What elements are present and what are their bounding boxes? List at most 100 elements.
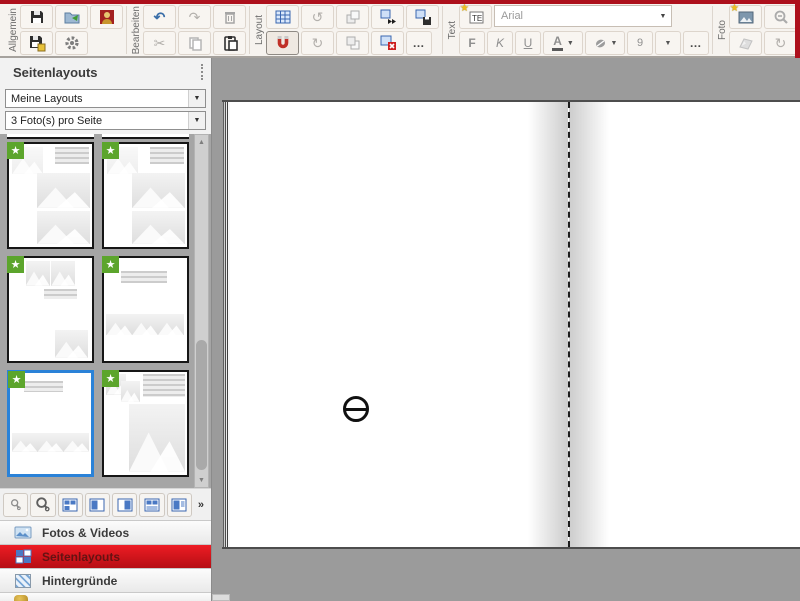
favorite-star-badge: ★ bbox=[102, 256, 119, 273]
layout-delete-icon bbox=[379, 34, 397, 52]
text-placeholder bbox=[55, 147, 89, 163]
settings-button[interactable] bbox=[55, 31, 88, 55]
filter-layout-type-3-button[interactable] bbox=[112, 493, 137, 517]
svg-text:TE: TE bbox=[472, 14, 482, 23]
layout-more-button[interactable]: … bbox=[406, 31, 432, 55]
panel-grip-handle[interactable] bbox=[201, 64, 203, 80]
paste-icon bbox=[221, 34, 239, 52]
small-thumbnails-button[interactable] bbox=[3, 493, 28, 517]
zoom-out-photo-button[interactable] bbox=[764, 5, 797, 29]
paste-button[interactable] bbox=[213, 31, 246, 55]
text-placeholder bbox=[44, 289, 77, 299]
layout-thumbnail-area: ★★★★★★ ▲ ▼ bbox=[0, 134, 211, 488]
left-page[interactable] bbox=[230, 102, 568, 547]
underline-button[interactable]: U bbox=[515, 31, 541, 55]
save-button[interactable] bbox=[20, 5, 53, 29]
layout-category-select[interactable]: Meine Layouts ▼ bbox=[5, 89, 206, 108]
layout-thumbnail[interactable]: ★ bbox=[7, 142, 94, 249]
nav-item-hintergruende[interactable]: Hintergründe bbox=[0, 568, 211, 592]
layout-thumbnail[interactable]: ★ bbox=[7, 370, 94, 477]
text-fill-button[interactable]: ▼ bbox=[585, 31, 625, 55]
apply-layout-next-button[interactable] bbox=[371, 5, 404, 29]
group-label-text: Text bbox=[447, 21, 458, 39]
backgrounds-icon bbox=[14, 572, 32, 589]
photos-per-page-select[interactable]: 3 Foto(s) pro Seite ▼ bbox=[5, 111, 206, 130]
save-as-button[interactable] bbox=[20, 31, 53, 55]
image-placeholder bbox=[132, 314, 158, 336]
page-spread[interactable] bbox=[222, 100, 800, 549]
layout-save-icon bbox=[414, 8, 432, 26]
image-placeholder bbox=[12, 433, 38, 452]
cliparts-icon bbox=[14, 595, 28, 601]
remove-layout-button[interactable] bbox=[371, 31, 404, 55]
layout-view-toolbar: » bbox=[0, 488, 211, 520]
delete-button[interactable] bbox=[213, 5, 246, 29]
scrollbar-thumb[interactable] bbox=[196, 340, 207, 470]
italic-button[interactable]: K bbox=[487, 31, 513, 55]
scroll-down-arrow-icon[interactable]: ▼ bbox=[195, 473, 208, 487]
perspective-button[interactable] bbox=[729, 31, 762, 55]
save-icon bbox=[28, 8, 46, 26]
rotate-photo-button[interactable]: ↻ bbox=[764, 31, 797, 55]
cut-button[interactable]: ✂ bbox=[143, 31, 176, 55]
main-toolbar: Allgemein bbox=[0, 4, 800, 58]
group-label-general: Allgemein bbox=[8, 8, 19, 52]
save-layout-button[interactable] bbox=[406, 5, 439, 29]
redo-button[interactable]: ↷ bbox=[178, 5, 211, 29]
filter-layout-type-5-button[interactable] bbox=[167, 493, 192, 517]
layout-forward-icon bbox=[379, 8, 397, 26]
favorite-star-badge: ★ bbox=[102, 142, 119, 159]
filter-layout-type-2-button[interactable] bbox=[85, 493, 110, 517]
open-button[interactable] bbox=[55, 5, 88, 29]
filter-layout-type-4-button[interactable] bbox=[139, 493, 164, 517]
account-button[interactable] bbox=[90, 5, 123, 29]
image-placeholder bbox=[121, 381, 140, 402]
font-family-select[interactable]: Arial ▼ bbox=[494, 5, 672, 27]
forbidden-cursor-marker bbox=[343, 396, 369, 422]
font-size-value[interactable]: 9 bbox=[627, 31, 653, 55]
scroll-up-arrow-icon[interactable]: ▲ bbox=[195, 135, 208, 149]
layout-grid: ★★★★★★ bbox=[7, 134, 189, 484]
book-canvas[interactable] bbox=[212, 58, 800, 601]
font-size-dropdown-button[interactable]: ▼ bbox=[655, 31, 681, 55]
toolbar-group-layout: Layout ↺ ↻ bbox=[250, 6, 443, 54]
page-layouts-icon bbox=[14, 548, 32, 565]
rotate-ccw-button[interactable]: ↺ bbox=[301, 5, 334, 29]
photos-icon bbox=[14, 524, 32, 541]
undo-button[interactable]: ↶ bbox=[143, 5, 176, 29]
image-placeholder bbox=[38, 433, 64, 452]
nav-item-fotos-videos[interactable]: Fotos & Videos bbox=[0, 520, 211, 544]
nav-item-seitenlayouts[interactable]: Seitenlayouts bbox=[0, 544, 211, 568]
nav-item-partial[interactable] bbox=[0, 592, 211, 601]
grid-button[interactable] bbox=[266, 5, 299, 29]
filter-overflow-button[interactable]: » bbox=[194, 497, 208, 513]
chevron-down-icon: ▼ bbox=[655, 6, 671, 26]
add-text-button[interactable]: ★ TE bbox=[459, 5, 492, 29]
filter-layout-type-1-button[interactable] bbox=[58, 493, 83, 517]
large-thumbnails-button[interactable] bbox=[30, 493, 55, 517]
undo-icon: ↶ bbox=[154, 10, 166, 24]
copy-button[interactable] bbox=[178, 31, 211, 55]
save-as-icon bbox=[28, 34, 46, 52]
nav-label: Seitenlayouts bbox=[42, 550, 120, 564]
bold-button[interactable]: F bbox=[459, 31, 485, 55]
snap-magnet-button[interactable] bbox=[266, 31, 299, 55]
layout-thumbnail[interactable]: ★ bbox=[102, 370, 189, 477]
bring-forward-button[interactable] bbox=[336, 5, 369, 29]
layout-thumbnail[interactable]: ★ bbox=[102, 256, 189, 363]
add-photo-button[interactable]: ★ bbox=[729, 5, 762, 29]
font-color-button[interactable]: A ▼ bbox=[543, 31, 583, 55]
layout-type-1-icon bbox=[62, 498, 78, 512]
rotate-cw-button[interactable]: ↻ bbox=[301, 31, 334, 55]
star-badge-icon: ★ bbox=[730, 3, 739, 14]
bring-forward-icon bbox=[344, 8, 362, 26]
layout-thumbnail[interactable]: ★ bbox=[7, 256, 94, 363]
send-backward-button[interactable] bbox=[336, 31, 369, 55]
image-placeholder bbox=[26, 261, 50, 286]
window-accent-bar-right bbox=[795, 0, 800, 58]
layout-type-2-icon bbox=[89, 498, 105, 512]
layouts-scrollbar[interactable]: ▲ ▼ bbox=[194, 134, 209, 488]
layout-category-value: Meine Layouts bbox=[11, 93, 83, 105]
text-more-button[interactable]: … bbox=[683, 31, 709, 55]
layout-thumbnail[interactable]: ★ bbox=[102, 142, 189, 249]
